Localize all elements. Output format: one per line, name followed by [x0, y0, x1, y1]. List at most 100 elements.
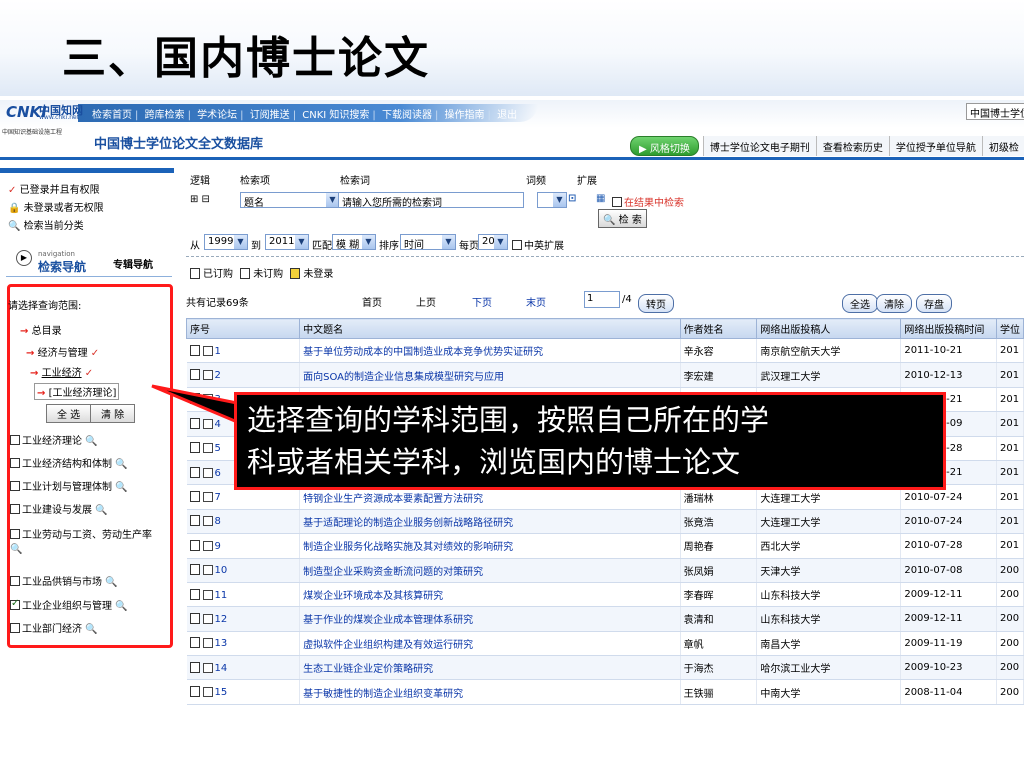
nav-link-guide[interactable]: 操作指南 — [445, 110, 485, 121]
field-select[interactable]: 题名 ▼ — [240, 192, 340, 208]
tree-item-econ-mgmt[interactable]: → 经济与管理 ✓ — [26, 344, 99, 359]
row-checkbox[interactable] — [202, 492, 213, 503]
document-icon[interactable] — [189, 661, 200, 673]
tree-clear-button[interactable]: 清 除 — [90, 404, 136, 423]
document-icon[interactable] — [189, 637, 200, 649]
last-page-link[interactable]: 末页 — [526, 294, 546, 309]
tree-item-root[interactable]: → 总目录 — [20, 322, 62, 337]
magnifier-icon[interactable]: 🔍 — [85, 624, 97, 635]
table-row[interactable]: 12 基于作业的煤炭企业成本管理体系研究 袁清和 山东科技大学 2009-12-11 20… — [186, 606, 1024, 632]
cell-title[interactable]: 制造企业服务化战略实施及其对绩效的影响研究 — [299, 533, 681, 559]
category-checkbox[interactable] — [10, 435, 20, 445]
table-row[interactable]: 11 煤炭企业环境成本及其核算研究 李春晖 山东科技大学 2009-12-11 200 — [186, 582, 1024, 608]
tree-item-industrial-theory[interactable]: → [工业经济理论] — [34, 383, 120, 400]
search-navigation-header[interactable]: ▶ navigation 检索导航 专辑导航 — [16, 250, 153, 274]
document-icon[interactable] — [189, 539, 200, 551]
col-header-degree[interactable]: 学位 — [995, 318, 1024, 339]
basic-search-link[interactable]: 初级检 — [981, 136, 1024, 156]
table-row[interactable]: 9 制造企业服务化战略实施及其对绩效的影响研究 周艳春 西北大学 2010-07-28 2… — [186, 533, 1024, 559]
nav-link-home[interactable]: 检索首页 — [92, 110, 132, 121]
select-all-button[interactable]: 全选 — [842, 294, 878, 313]
row-checkbox[interactable] — [202, 467, 213, 478]
table-row[interactable]: 1 基于单位劳动成本的中国制造业成本竞争优势实证研究 辛永容 南京航空航天大学 2011… — [186, 338, 1024, 364]
expand-plus-icon[interactable]: ▦ — [596, 193, 605, 204]
document-icon[interactable] — [189, 369, 200, 381]
magnifier-icon[interactable]: 🔍 — [115, 482, 127, 493]
year-to-select[interactable]: 2011 ▼ — [265, 234, 309, 250]
row-checkbox[interactable] — [202, 687, 213, 698]
row-checkbox[interactable] — [202, 516, 213, 527]
cnki-logo[interactable]: CNKI 中国知网 www.cnki.net — [6, 101, 92, 123]
row-checkbox[interactable] — [202, 345, 213, 356]
category-item[interactable]: 工业劳动与工资、劳动生产率 — [10, 526, 152, 541]
nav-link-subscribe[interactable]: 订阅推送 — [250, 110, 290, 121]
prev-page-link[interactable]: 上页 — [416, 294, 436, 309]
term-input[interactable]: 请输入您所需的检索词 — [338, 192, 524, 208]
category-checkbox[interactable] — [10, 458, 20, 468]
nav-link-cross-db[interactable]: 跨库检索 — [145, 110, 185, 121]
clear-button[interactable]: 清除 — [876, 294, 912, 313]
category-checkbox[interactable] — [10, 481, 20, 491]
table-row[interactable]: 8 基于适配理论的制造企业服务创新战略路径研究 张竟浩 大连理工大学 2010-07-2… — [186, 509, 1024, 535]
document-icon[interactable] — [189, 588, 200, 600]
category-item[interactable]: 工业经济理论 🔍 — [10, 432, 98, 447]
col-header-date[interactable]: 网络出版投稿时间 — [900, 318, 997, 339]
cell-title[interactable]: 基于单位劳动成本的中国制造业成本竞争优势实证研究 — [299, 338, 681, 364]
document-icon[interactable] — [189, 442, 200, 454]
category-checkbox[interactable] — [10, 504, 20, 514]
row-checkbox[interactable] — [202, 662, 213, 673]
category-checkbox[interactable] — [10, 576, 20, 586]
goto-page-button[interactable]: 转页 — [638, 294, 674, 313]
category-item[interactable]: 工业企业组织与管理 🔍 — [10, 597, 128, 612]
cell-title[interactable]: 煤炭企业环境成本及其核算研究 — [299, 582, 681, 608]
category-item[interactable]: 工业建设与发展 🔍 — [10, 501, 108, 516]
sort-select[interactable]: 时间 ▼ — [400, 234, 456, 250]
database-select[interactable]: 中国博士学位 — [966, 103, 1024, 120]
category-item[interactable]: 工业计划与管理体制 🔍 — [10, 478, 128, 493]
cell-title[interactable]: 基于作业的煤炭企业成本管理体系研究 — [299, 606, 681, 632]
row-checkbox[interactable] — [202, 638, 213, 649]
col-header-author[interactable]: 作者姓名 — [679, 318, 758, 339]
document-icon[interactable] — [189, 491, 200, 503]
nav-link-reader-download[interactable]: 下载阅读器 — [382, 110, 432, 121]
cell-title[interactable]: 基于敏捷性的制造企业组织变革研究 — [299, 679, 681, 705]
style-switch-button[interactable]: ▶ 风格切换 — [630, 136, 699, 156]
document-icon[interactable] — [189, 344, 200, 356]
table-row[interactable]: 14 生态工业链企业定价策略研究 于海杰 哈尔滨工业大学 2009-10-23 200 — [186, 655, 1024, 681]
search-in-results[interactable]: 在结果中检索 — [612, 194, 684, 209]
col-header-seq[interactable]: 序号 — [185, 318, 301, 339]
magnifier-icon[interactable]: 🔍 — [10, 544, 22, 555]
magnifier-icon[interactable]: 🔍 — [115, 601, 127, 612]
document-icon[interactable] — [189, 686, 200, 698]
nav-link-knowledge-search[interactable]: CNKI 知识搜索 — [302, 110, 369, 121]
category-checkbox[interactable] — [10, 598, 20, 610]
cn-en-checkbox[interactable] — [512, 240, 522, 250]
first-page-link[interactable]: 首页 — [362, 294, 382, 309]
per-page-select[interactable]: 20 ▼ — [478, 234, 508, 250]
table-row[interactable]: 13 虚拟软件企业组织构建及有效运行研究 章帆 南昌大学 2009-11-19 200 — [186, 631, 1024, 657]
row-checkbox[interactable] — [202, 443, 213, 454]
magnifier-icon[interactable]: 🔍 — [85, 436, 97, 447]
category-item[interactable]: 工业经济结构和体制 🔍 — [10, 455, 128, 470]
row-checkbox[interactable] — [202, 540, 213, 551]
expand-icon[interactable]: ⊡ — [568, 193, 576, 204]
next-page-link[interactable]: 下页 — [472, 294, 492, 309]
magnifier-icon[interactable]: 🔍 — [115, 459, 127, 470]
in-results-checkbox[interactable] — [612, 197, 622, 207]
document-icon[interactable] — [189, 515, 200, 527]
category-item[interactable]: 工业部门经济 🔍 — [10, 620, 98, 635]
document-icon[interactable] — [189, 466, 200, 478]
degree-unit-nav-link[interactable]: 学位授予单位导航 — [888, 136, 982, 156]
table-row[interactable]: 2 面向SOA的制造企业信息集成模型研究与应用 李宏建 武汉理工大学 2010-12-1… — [186, 362, 1024, 388]
row-checkbox[interactable] — [202, 370, 213, 381]
match-select[interactable]: 模 糊 ▼ — [332, 234, 376, 250]
nav-link-logout[interactable]: 退出 — [497, 110, 517, 121]
freq-select[interactable]: ▼ — [537, 192, 567, 208]
save-button[interactable]: 存盘 — [916, 294, 952, 313]
magnifier-icon[interactable]: 🔍 — [105, 577, 117, 588]
cell-title[interactable]: 面向SOA的制造企业信息集成模型研究与应用 — [299, 362, 681, 388]
table-row[interactable]: 10 制造型企业采购资金断流问题的对策研究 张凤娟 天津大学 2010-07-08 200 — [186, 558, 1024, 583]
cell-title[interactable]: 基于适配理论的制造企业服务创新战略路径研究 — [299, 509, 681, 535]
tab-album-nav[interactable]: 专辑导航 — [113, 256, 153, 271]
cell-title[interactable]: 生态工业链企业定价策略研究 — [299, 655, 681, 681]
